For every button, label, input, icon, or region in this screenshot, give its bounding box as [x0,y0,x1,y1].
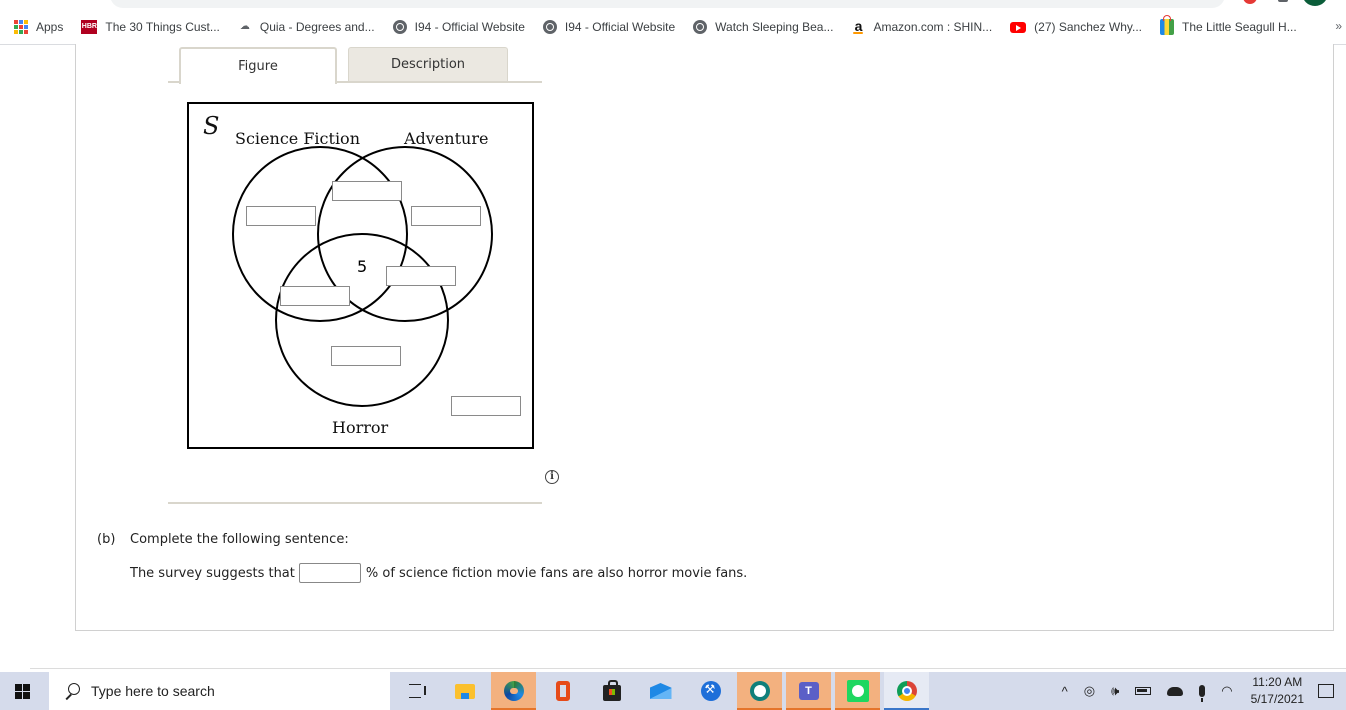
tab-description[interactable]: Description [348,47,508,82]
answer-sentence: The survey suggests that % of science fi… [130,563,747,583]
address-bar-area [0,0,1346,10]
search-icon [63,682,81,700]
chrome-icon [896,681,917,701]
bookmark-label: I94 - Official Website [564,20,676,34]
adventure-label: Adventure [404,129,489,148]
bookmark-seagull[interactable]: The Little Seagull H... [1160,15,1297,35]
clock[interactable]: 11:20 AM 5/17/2021 [1251,674,1304,708]
adventure-only-input[interactable] [411,206,481,226]
outside-all-input[interactable] [451,396,521,416]
horror-only-input[interactable] [331,346,401,366]
tool-app-button[interactable] [688,672,733,710]
edge-icon [503,681,524,701]
store-button[interactable] [589,672,634,710]
amazon-icon: a [851,19,865,34]
page-bottom-line [30,668,1346,669]
show-hidden-icons-caret[interactable]: ^ [1062,684,1068,699]
notification-icon[interactable] [1318,684,1334,698]
wrench-icon [700,681,721,701]
meet-now-icon[interactable]: ◎ [1084,683,1095,699]
battery-icon[interactable] [1135,687,1152,695]
bookmark-label: The Little Seagull H... [1182,20,1297,34]
circle-app-button[interactable] [737,672,782,710]
task-view-button[interactable] [392,672,437,710]
sci-fi-and-adventure-input[interactable] [332,181,402,201]
address-bar[interactable] [110,0,1225,8]
bookmark-label: (27) Sanchez Why... [1034,20,1142,34]
universe-label: S [203,112,220,140]
figure-tabs: Figure Description [168,47,542,84]
sci-fi-and-horror-input[interactable] [280,286,350,306]
bookmark-youtube[interactable]: (27) Sanchez Why... [1010,20,1142,34]
adventure-and-horror-input[interactable] [386,266,456,286]
bookmark-i94-1[interactable]: I94 - Official Website [392,20,525,34]
extension-icon[interactable] [1243,0,1257,4]
volume-icon[interactable]: 🕪 [1111,683,1119,699]
teams-icon: T [798,682,819,700]
bookmark-label: Quia - Degrees and... [259,20,375,34]
globe-icon [542,20,557,34]
bookmark-quia[interactable]: ☁ Quia - Degrees and... [238,20,375,34]
horror-label: Horror [332,418,389,437]
bookmark-hbr[interactable]: HBR The 30 Things Cust... [81,20,220,34]
store-icon [602,680,621,701]
apps-grid-icon [14,20,28,34]
profile-avatar[interactable] [1302,0,1328,6]
sentence-before: The survey suggests that [130,565,295,581]
start-button[interactable] [15,684,31,699]
office-icon [555,681,570,701]
search-placeholder: Type here to search [91,683,215,699]
bookmark-label: Watch Sleeping Bea... [715,20,834,34]
venn-diagram: S Science Fiction Adventure Horror 5 [187,102,534,449]
office-button[interactable] [540,672,585,710]
more-bookmarks-button[interactable]: » [1335,19,1342,33]
bookmark-label: I94 - Official Website [414,20,525,34]
spotify-icon [846,680,869,702]
bookmarks-bar: Apps HBR The 30 Things Cust... ☁ Quia - … [0,10,1346,45]
bookmark-label: Apps [36,20,64,34]
globe-icon [392,20,407,34]
microphone-icon[interactable] [1199,685,1206,702]
system-tray: ^ ◎ 🕪 ◠ 11:20 AM 5/17/2021 [1054,672,1346,710]
file-explorer-button[interactable] [442,672,487,710]
folder-icon [454,683,475,699]
sentence-after: % of science fiction movie fans are also… [365,565,748,581]
wifi-icon[interactable]: ◠ [1221,683,1232,699]
extensions-puzzle-icon[interactable] [1278,0,1288,2]
bookmark-label: The 30 Things Cust... [105,20,220,34]
clock-date: 5/17/2021 [1250,692,1304,706]
task-view-icon [408,684,426,698]
bookmark-apps[interactable]: Apps [14,20,63,34]
science-fiction-label: Science Fiction [235,129,360,148]
hbr-icon: HBR [81,20,98,34]
mail-icon [649,683,672,699]
circle-app-icon [749,681,770,701]
youtube-icon [1010,21,1027,33]
center-value: 5 [357,257,368,276]
mail-button[interactable] [638,672,683,710]
quia-icon: ☁ [239,21,250,32]
bookmark-amazon[interactable]: a Amazon.com : SHIN... [851,19,993,34]
bookmark-sleeping-beauty[interactable]: Watch Sleeping Bea... [693,20,833,34]
info-icon[interactable]: i [545,470,559,484]
spotify-button[interactable] [835,672,880,710]
taskbar-search[interactable]: Type here to search [49,672,390,710]
onedrive-cloud-icon[interactable] [1167,686,1184,696]
teams-button[interactable]: T [786,672,831,710]
edge-button[interactable] [491,672,536,710]
tab-figure[interactable]: Figure [179,47,337,84]
shopping-bag-icon [1160,15,1174,35]
percent-answer-input[interactable] [298,563,361,583]
part-b-prompt: Complete the following sentence: [130,532,349,547]
clock-time: 11:20 AM [1252,675,1303,689]
figure-divider [168,502,542,504]
chrome-button[interactable] [884,672,929,710]
globe-icon [693,20,708,34]
sci-fi-only-input[interactable] [246,206,316,226]
bookmark-i94-2[interactable]: I94 - Official Website [542,20,676,34]
windows-taskbar: Type here to search T ^ ◎ 🕪 ◠ 11:20 AM 5… [0,672,1346,710]
part-b-label: (b) [97,532,116,547]
bookmark-label: Amazon.com : SHIN... [873,20,993,34]
